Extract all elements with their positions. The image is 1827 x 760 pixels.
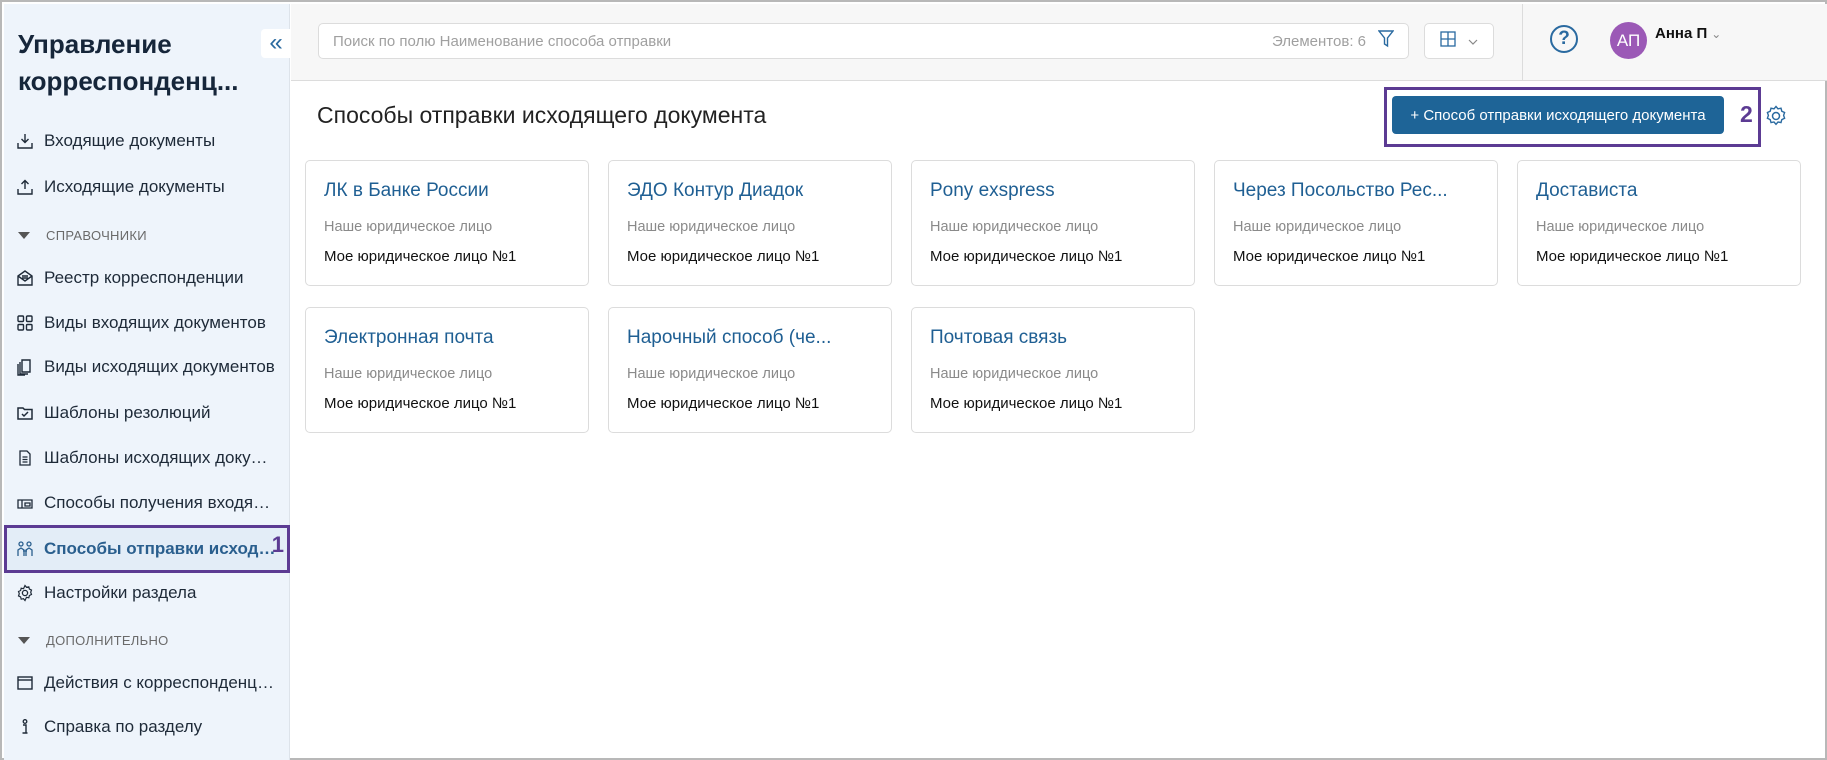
card-field-value: Мое юридическое лицо №1 [930, 248, 1123, 265]
user-menu[interactable]: Анна П ⌄ [1655, 25, 1721, 42]
sidebar-item-label: Виды входящих документов [44, 313, 266, 332]
inbox-download-icon [16, 132, 34, 150]
folder-check-icon [16, 404, 34, 422]
gear-icon [16, 584, 34, 602]
card-field-value: Мое юридическое лицо №1 [1536, 248, 1729, 265]
card-title[interactable]: Электронная почта [324, 327, 574, 349]
mailbox-icon [16, 494, 34, 512]
card-field-label: Наше юридическое лицо [930, 219, 1099, 235]
card-field-label: Наше юридическое лицо [324, 219, 493, 235]
card-field-label: Наше юридическое лицо [324, 366, 493, 382]
sidebar-section-toggle[interactable]: ДОПОЛНИТЕЛЬНО [18, 633, 169, 648]
card-title[interactable]: Достависта [1536, 180, 1786, 202]
sidebar-item-label: Виды исходящих документов [44, 357, 275, 376]
top-bar: Элементов: 6 ? АП Анна П⌄ [291, 4, 1827, 81]
people-icon [16, 540, 34, 558]
filter-icon[interactable] [1377, 29, 1395, 53]
caret-down-icon [18, 232, 30, 239]
card-field-label: Наше юридическое лицо [930, 366, 1099, 382]
collapse-sidebar-button[interactable]: « [261, 29, 291, 58]
card-field-value: Мое юридическое лицо №1 [324, 395, 517, 412]
card-field-label: Наше юридическое лицо [627, 219, 796, 235]
card-title[interactable]: Почтовая связь [930, 327, 1180, 349]
step-badge: 1 [271, 532, 284, 557]
card-field-value: Мое юридическое лицо №1 [627, 248, 820, 265]
document-icon [16, 449, 34, 467]
chevron-down-icon [1468, 32, 1478, 50]
search-box: Элементов: 6 [318, 23, 1409, 59]
sidebar-item[interactable]: Исходящие документы [4, 167, 290, 207]
sidebar-item[interactable]: Входящие документы [4, 121, 290, 161]
search-input[interactable] [333, 32, 1272, 50]
documents-stack-icon [16, 358, 34, 376]
grid-view-icon [1440, 30, 1456, 52]
sending-method-card[interactable]: ЭДО Контур Диадок Наше юридическое лицо Мо… [608, 160, 892, 286]
sidebar-item[interactable]: Действия с корреспонденцией [4, 663, 290, 703]
card-field-value: Мое юридическое лицо №1 [1233, 248, 1426, 265]
sidebar-item[interactable]: Настройки раздела [4, 573, 290, 613]
sidebar-item[interactable]: Виды исходящих документов [4, 347, 290, 387]
avatar[interactable]: АП [1610, 22, 1647, 59]
card-title[interactable]: Через Посольство Рес... [1233, 180, 1483, 202]
card-title[interactable]: ЛК в Банке России [324, 180, 574, 202]
card-field-value: Мое юридическое лицо №1 [930, 395, 1123, 412]
card-field-value: Мое юридическое лицо №1 [627, 395, 820, 412]
user-name: Анна П [1655, 25, 1708, 42]
divider [1522, 4, 1523, 81]
card-title[interactable]: Pony exspress [930, 180, 1180, 202]
sidebar: Управление корреспонденц... « Входящие д… [4, 4, 291, 760]
help-icon[interactable]: ? [1550, 25, 1578, 53]
sidebar-item[interactable]: Шаблоны резолюций [4, 393, 290, 433]
sidebar-item[interactable]: Справка по разделу [4, 707, 290, 747]
section-label: ДОПОЛНИТЕЛЬНО [46, 633, 169, 648]
outbox-upload-icon [16, 178, 34, 196]
sidebar-item[interactable]: Шаблоны исходящих докумен... [4, 438, 290, 478]
sidebar-item[interactable]: Способы отправки исходящ... 1 [4, 525, 290, 573]
page-title: Способы отправки исходящего документа [317, 102, 767, 128]
add-sending-method-button[interactable]: + Способ отправки исходящего документа [1392, 96, 1724, 134]
sidebar-item-label: Шаблоны исходящих докумен... [44, 448, 279, 467]
sidebar-item[interactable]: Способы получения входящег... [4, 483, 290, 523]
app-window: Управление корреспонденц... « Входящие д… [0, 0, 1827, 760]
sidebar-item-label: Исходящие документы [44, 177, 225, 196]
mail-registry-icon [16, 269, 34, 287]
sidebar-item-label: Шаблоны резолюций [44, 403, 211, 422]
card-field-value: Мое юридическое лицо №1 [324, 248, 517, 265]
sidebar-item-label: Реестр корреспонденции [44, 268, 244, 287]
app-title: Управление корреспонденц... [18, 29, 239, 96]
view-mode-button[interactable] [1424, 23, 1494, 59]
sidebar-item-label: Справка по разделу [44, 717, 203, 736]
sending-method-card[interactable]: Через Посольство Рес... Наше юридическое … [1214, 160, 1498, 286]
card-title[interactable]: ЭДО Контур Диадок [627, 180, 877, 202]
sending-method-card[interactable]: ЛК в Банке России Наше юридическое лицо Мо… [305, 160, 589, 286]
grid-icon [16, 314, 34, 332]
caret-down-icon [18, 637, 30, 644]
info-icon [16, 718, 34, 736]
sidebar-item[interactable]: Виды входящих документов [4, 303, 290, 343]
sidebar-item-label: Входящие документы [44, 131, 216, 150]
sending-method-card[interactable]: Электронная почта Наше юридическое лицо Мо… [305, 307, 589, 433]
sending-method-card[interactable]: Достависта Наше юридическое лицо Мое юриди… [1517, 160, 1801, 286]
window-icon [16, 674, 34, 692]
sidebar-section-toggle[interactable]: СПРАВОЧНИКИ [18, 228, 147, 243]
gear-icon[interactable] [1764, 104, 1788, 128]
sending-method-card[interactable]: Pony exspress Наше юридическое лицо Мое юр… [911, 160, 1195, 286]
chevron-down-icon: ⌄ [1711, 27, 1722, 41]
sidebar-item-label: Действия с корреспонденцией [44, 673, 279, 692]
card-field-label: Наше юридическое лицо [1536, 219, 1705, 235]
section-label: СПРАВОЧНИКИ [46, 228, 147, 243]
card-field-label: Наше юридическое лицо [1233, 219, 1402, 235]
items-count: Элементов: 6 [1271, 32, 1366, 50]
sidebar-item-label: Способы получения входящег... [44, 493, 279, 512]
sidebar-item-label: Способы отправки исходящ... [44, 539, 279, 558]
sending-method-card[interactable]: Почтовая связь Наше юридическое лицо Мое ю… [911, 307, 1195, 433]
step-badge: 2 [1740, 101, 1753, 127]
card-field-label: Наше юридическое лицо [627, 366, 796, 382]
sending-method-card[interactable]: Нарочный способ (че... Наше юридическое л… [608, 307, 892, 433]
sidebar-item[interactable]: Реестр корреспонденции [4, 258, 290, 298]
card-title[interactable]: Нарочный способ (че... [627, 327, 877, 349]
sidebar-item-label: Настройки раздела [44, 583, 197, 602]
